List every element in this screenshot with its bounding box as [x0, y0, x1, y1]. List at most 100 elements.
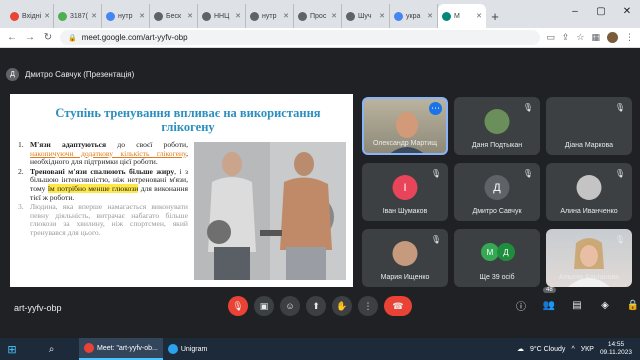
camera-button[interactable]: ▣ — [254, 296, 274, 316]
people-count-badge: 48 — [543, 287, 556, 293]
clock[interactable]: 14:55 09.11.2023 — [600, 341, 632, 357]
tab-close-icon[interactable]: ✕ — [331, 12, 337, 20]
tab-close-icon[interactable]: ✕ — [44, 12, 50, 20]
tab-close-icon[interactable]: ✕ — [139, 12, 145, 20]
bookmark-star-icon[interactable]: ☆ — [576, 32, 584, 43]
participant-name: Мария Ищенко — [380, 274, 430, 281]
chat-button[interactable]: ▤ — [568, 296, 586, 314]
tab-close-icon[interactable]: ✕ — [476, 12, 482, 20]
participant-tile[interactable]: І 🎙 Іван Шумаков — [362, 163, 448, 221]
reload-icon[interactable]: ↻ — [42, 32, 54, 43]
shapes-icon: ◈ — [601, 299, 609, 311]
more-options-button[interactable]: ⋮ — [358, 296, 378, 316]
chrome-icon — [84, 343, 94, 353]
maximize-button[interactable]: ▢ — [588, 0, 614, 22]
back-icon[interactable]: ← — [6, 32, 18, 43]
tab-label: Прос — [310, 12, 327, 20]
participant-name: Альона Альтанова — [558, 274, 620, 281]
taskbar-app-meet[interactable]: Meet: "art-yyfv-ob... — [79, 338, 163, 360]
browser-tab[interactable]: M ✕ — [438, 4, 486, 28]
tab-favicon-icon — [298, 11, 307, 21]
close-window-button[interactable]: ✕ — [614, 0, 640, 22]
tab-label: ННЦ — [214, 12, 230, 20]
tab-close-icon[interactable]: ✕ — [427, 12, 433, 20]
slide-athlete-image — [194, 142, 346, 280]
browser-tab[interactable]: ННЦ ✕ — [198, 4, 246, 28]
info-icon: ⓘ — [516, 301, 526, 313]
mic-off-button[interactable]: 🎙 — [228, 296, 248, 316]
participant-tile[interactable]: 🎙 Даня Подтыкан — [454, 97, 540, 155]
browser-tab[interactable]: Вхідні ✕ — [6, 4, 54, 28]
system-tray: ☁ 9°C Cloudy ^ УКР 14:55 09.11.2023 — [517, 338, 632, 360]
host-controls-button[interactable]: 🔒 — [624, 296, 640, 314]
new-tab-button[interactable]: + — [486, 4, 504, 28]
tab-label: M — [454, 12, 460, 20]
participant-name: Даня Подтыкан — [471, 142, 523, 149]
presentation-slide: Ступінь тренування впливає на використан… — [10, 94, 353, 287]
browser-tab[interactable]: Беск ✕ — [150, 4, 198, 28]
language-indicator[interactable]: УКР — [581, 346, 594, 353]
activities-button[interactable]: ◈ — [596, 296, 614, 314]
search-icon[interactable]: ⌕ — [24, 338, 79, 360]
tab-label: Вхідні — [22, 12, 42, 20]
tab-close-icon[interactable]: ✕ — [187, 12, 193, 20]
weather-icon: ☁ — [516, 346, 524, 353]
leave-call-button[interactable]: ☎ — [384, 296, 412, 316]
browser-tab[interactable]: Шуч ✕ — [342, 4, 390, 28]
more-options-icon[interactable]: ⋯ — [429, 102, 442, 115]
mic-muted-icon: 🎙 — [614, 234, 626, 244]
browser-tab-bar: Вхідні ✕ 3187(✕ нутр ✕ Беск ✕ ННЦ ✕ нутр ✕ Прос ✕ Шуч… — [0, 0, 640, 28]
camera-permission-icon[interactable]: ▭ — [546, 32, 555, 43]
chat-icon: ▤ — [572, 299, 582, 311]
people-button[interactable]: 48 👥 — [540, 287, 558, 314]
browser-tab[interactable]: нутр ✕ — [102, 4, 150, 28]
weather-text[interactable]: 9°C Cloudy — [530, 346, 565, 353]
tray-chevron-icon[interactable]: ^ — [571, 346, 574, 353]
participant-tile[interactable]: 🎙 Алина Иванченко — [546, 163, 632, 221]
mic-muted-icon: 🎙 — [522, 168, 534, 178]
extensions-icon[interactable]: ▦ — [591, 32, 600, 43]
browser-tab[interactable]: 3187(✕ — [54, 4, 102, 28]
hangup-icon: ☎ — [392, 300, 404, 311]
participant-tile[interactable]: М Д Ще 39 осіб — [454, 229, 540, 287]
participant-tile[interactable]: Д 🎙 Дмитро Савчук — [454, 163, 540, 221]
slide-item-3: 3. Людина, яка вперше намагається викону… — [18, 202, 188, 237]
menu-icon[interactable]: ⋮ — [625, 32, 634, 43]
reactions-button[interactable]: ☺ — [280, 296, 300, 316]
window-controls: – ▢ ✕ — [562, 0, 640, 22]
profile-avatar[interactable] — [607, 32, 618, 43]
participant-tile[interactable]: 🎙 Діана Маркова — [546, 97, 632, 155]
tab-close-icon[interactable]: ✕ — [235, 12, 241, 20]
share-icon[interactable]: ⇪ — [562, 32, 570, 43]
minimize-button[interactable]: – — [562, 0, 588, 22]
tab-label: укра — [406, 12, 421, 20]
url-field[interactable]: 🔒 meet.google.com/art-yyfv-obp — [60, 30, 541, 45]
tab-close-icon[interactable]: ✕ — [379, 12, 385, 20]
camera-off-icon: ▣ — [259, 300, 269, 311]
meeting-code: art-yyfv-obp — [14, 303, 62, 313]
participant-tile[interactable]: 🎙 Альона Альтанова — [546, 229, 632, 287]
windows-start-icon[interactable]: ⊞ — [0, 338, 24, 360]
info-button[interactable]: ⓘ — [512, 296, 530, 314]
emoji-icon: ☺ — [285, 301, 295, 311]
browser-tab[interactable]: нутр ✕ — [246, 4, 294, 28]
browser-tab[interactable]: Прос ✕ — [294, 4, 342, 28]
participant-photo-avatar — [484, 109, 510, 134]
present-button[interactable]: ⬆ — [306, 296, 326, 316]
participant-avatar: Д — [484, 175, 510, 200]
tab-favicon-icon — [250, 11, 259, 21]
slide-item-2: 2. Треновані м'язи спалюють більше жиру,… — [18, 166, 188, 202]
forward-icon[interactable]: → — [24, 32, 36, 43]
participant-tile[interactable]: 🎙 Мария Ищенко — [362, 229, 448, 287]
tab-favicon-icon — [106, 11, 115, 21]
meet-area: Д Дмитро Савчук (Презентація) Ступінь тр… — [0, 48, 640, 338]
participant-photo-avatar — [576, 175, 602, 200]
browser-tab[interactable]: укра ✕ — [390, 4, 438, 28]
raise-hand-button[interactable]: ✋ — [332, 296, 352, 316]
slide-title: Ступінь тренування впливає на використан… — [55, 106, 321, 134]
participant-tile[interactable]: ⋯ Олександр Мартищ — [362, 97, 448, 155]
tab-close-icon[interactable]: ✕ — [91, 12, 97, 20]
taskbar-app-unigram[interactable]: Unigram — [163, 338, 212, 360]
tab-close-icon[interactable]: ✕ — [283, 12, 289, 20]
participant-name: Іван Шумаков — [382, 208, 428, 215]
